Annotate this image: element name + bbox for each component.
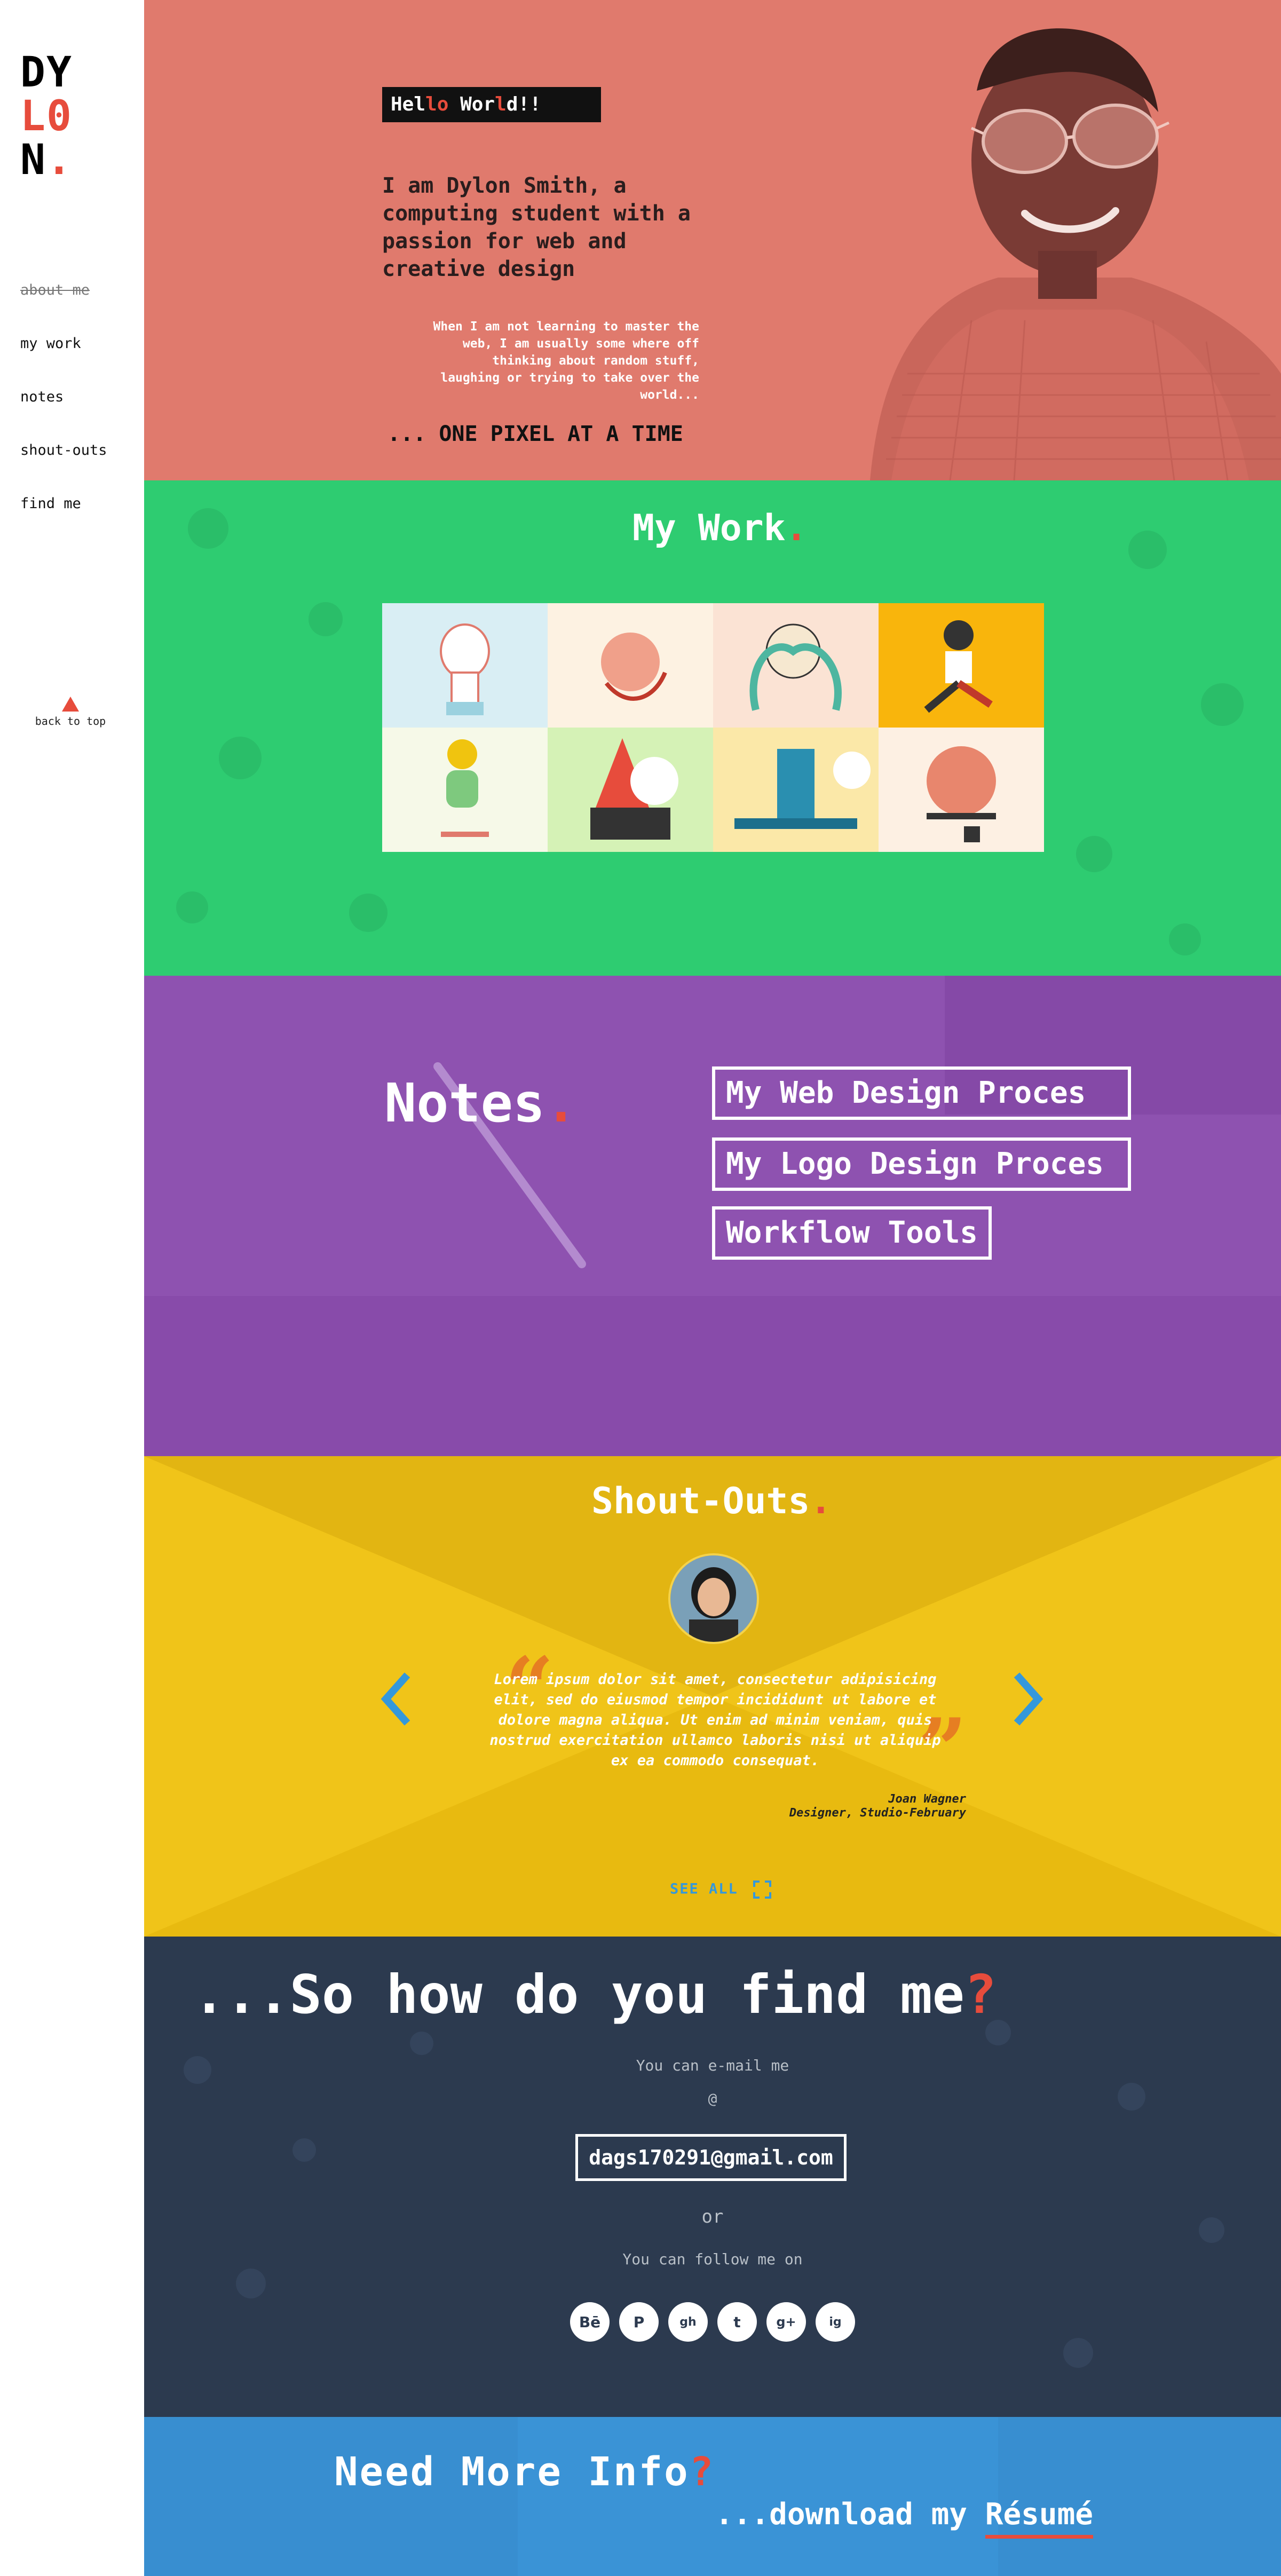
- nav-shout-outs[interactable]: shout-outs: [20, 443, 107, 458]
- portrait-photo: [747, 0, 1281, 480]
- logo-line-2: L0: [20, 92, 73, 140]
- nav-about-me[interactable]: about me: [20, 283, 107, 298]
- nav-notes[interactable]: notes: [20, 390, 107, 405]
- back-to-top-label: back to top: [35, 715, 106, 728]
- shout-outs-section: Shout-Outs. “ ” Lorem ipsum dolor sit am…: [144, 1456, 1281, 1937]
- portfolio-tile-potion[interactable]: [879, 728, 1044, 852]
- hello-world-banner: Hello World!!: [382, 87, 601, 122]
- more-info-title: Need More Info?: [334, 2449, 715, 2495]
- or-text: or: [701, 2206, 724, 2227]
- back-to-top-button[interactable]: back to top: [33, 697, 108, 728]
- next-arrow-icon[interactable]: [1009, 1670, 1046, 1728]
- find-me-title: ...So how do you find me?: [193, 1963, 997, 2026]
- portfolio-tile-santa[interactable]: [548, 728, 713, 852]
- portfolio-tile-octopus[interactable]: [713, 603, 879, 728]
- portfolio-tile-runner[interactable]: [879, 603, 1044, 728]
- portfolio-grid: [382, 603, 1044, 852]
- resume-label: Résumé: [985, 2497, 1094, 2539]
- see-all-button[interactable]: SEE ALL: [670, 1880, 772, 1899]
- logo-line-1: DY: [20, 49, 73, 97]
- about-section: Hello World!! I am Dylon Smith, a comput…: [144, 0, 1281, 480]
- portfolio-tile-skater[interactable]: [382, 728, 548, 852]
- site-logo[interactable]: DY L0 N.: [20, 51, 73, 182]
- about-paragraph: When I am not learning to master the web…: [433, 320, 700, 402]
- author-name: Joan Wagner: [888, 1792, 966, 1806]
- expand-icon: [753, 1880, 772, 1899]
- arrow-up-icon: [62, 697, 79, 712]
- avatar: [668, 1553, 759, 1644]
- portfolio-tile-robot[interactable]: [382, 603, 548, 728]
- see-all-label: SEE ALL: [670, 1880, 738, 1898]
- intro-text: I am Dylon Smith, a computing student wi…: [382, 173, 691, 281]
- google-plus-icon[interactable]: g+: [766, 2302, 806, 2342]
- portfolio-tile-coffee[interactable]: [713, 728, 879, 852]
- notes-title: Notes.: [384, 1072, 578, 1134]
- follow-prompt: You can follow me on: [622, 2250, 803, 2268]
- my-work-title: My Work.: [632, 507, 808, 549]
- portfolio-tile-dragon[interactable]: [548, 603, 713, 728]
- previous-arrow-icon[interactable]: [378, 1670, 415, 1728]
- my-work-section: My Work.: [144, 480, 1281, 976]
- testimonial-quote: Lorem ipsum dolor sit amet, consectetur …: [489, 1671, 941, 1769]
- at-symbol: @: [708, 2090, 717, 2107]
- sidebar: DY L0 N. about me my work notes shout-ou…: [0, 0, 144, 2576]
- more-info-section: Need More Info? ...download my Résumé: [144, 2417, 1281, 2576]
- nav-find-me[interactable]: find me: [20, 496, 107, 511]
- main-nav: about me my work notes shout-outs find m…: [20, 283, 107, 550]
- instagram-icon[interactable]: ig: [816, 2302, 855, 2342]
- behance-icon[interactable]: Bē: [570, 2302, 610, 2342]
- desk-background: [144, 2417, 1281, 2576]
- testimonial-author: Joan Wagner Designer, Studio-February: [731, 1792, 966, 1820]
- shout-outs-title: Shout-Outs: [591, 1480, 810, 1522]
- notes-section: Notes. My Web Design Proces My Logo Desi…: [144, 976, 1281, 1456]
- note-link-workflow-tools[interactable]: Workflow Tools: [712, 1206, 992, 1260]
- email-address-link[interactable]: dags170291@gmail.com: [575, 2134, 847, 2181]
- find-me-section: ...So how do you find me? You can e-mail…: [144, 1937, 1281, 2417]
- twitter-icon[interactable]: t: [717, 2302, 757, 2342]
- author-role: Designer, Studio-February: [789, 1806, 966, 1820]
- tagline: ... ONE PIXEL AT A TIME: [388, 422, 683, 446]
- note-link-logo-design[interactable]: My Logo Design Proces: [712, 1137, 1131, 1191]
- download-resume-link[interactable]: ...download my Résumé: [715, 2497, 1094, 2539]
- github-icon[interactable]: gh: [668, 2302, 708, 2342]
- note-link-web-design[interactable]: My Web Design Proces: [712, 1066, 1131, 1120]
- social-links: Bē P gh t g+ ig: [570, 2302, 855, 2342]
- email-prompt: You can e-mail me: [636, 2057, 789, 2074]
- logo-line-3: N.: [20, 136, 73, 184]
- download-prefix: ...download my: [715, 2497, 985, 2532]
- pinterest-icon[interactable]: P: [619, 2302, 659, 2342]
- nav-my-work[interactable]: my work: [20, 336, 107, 351]
